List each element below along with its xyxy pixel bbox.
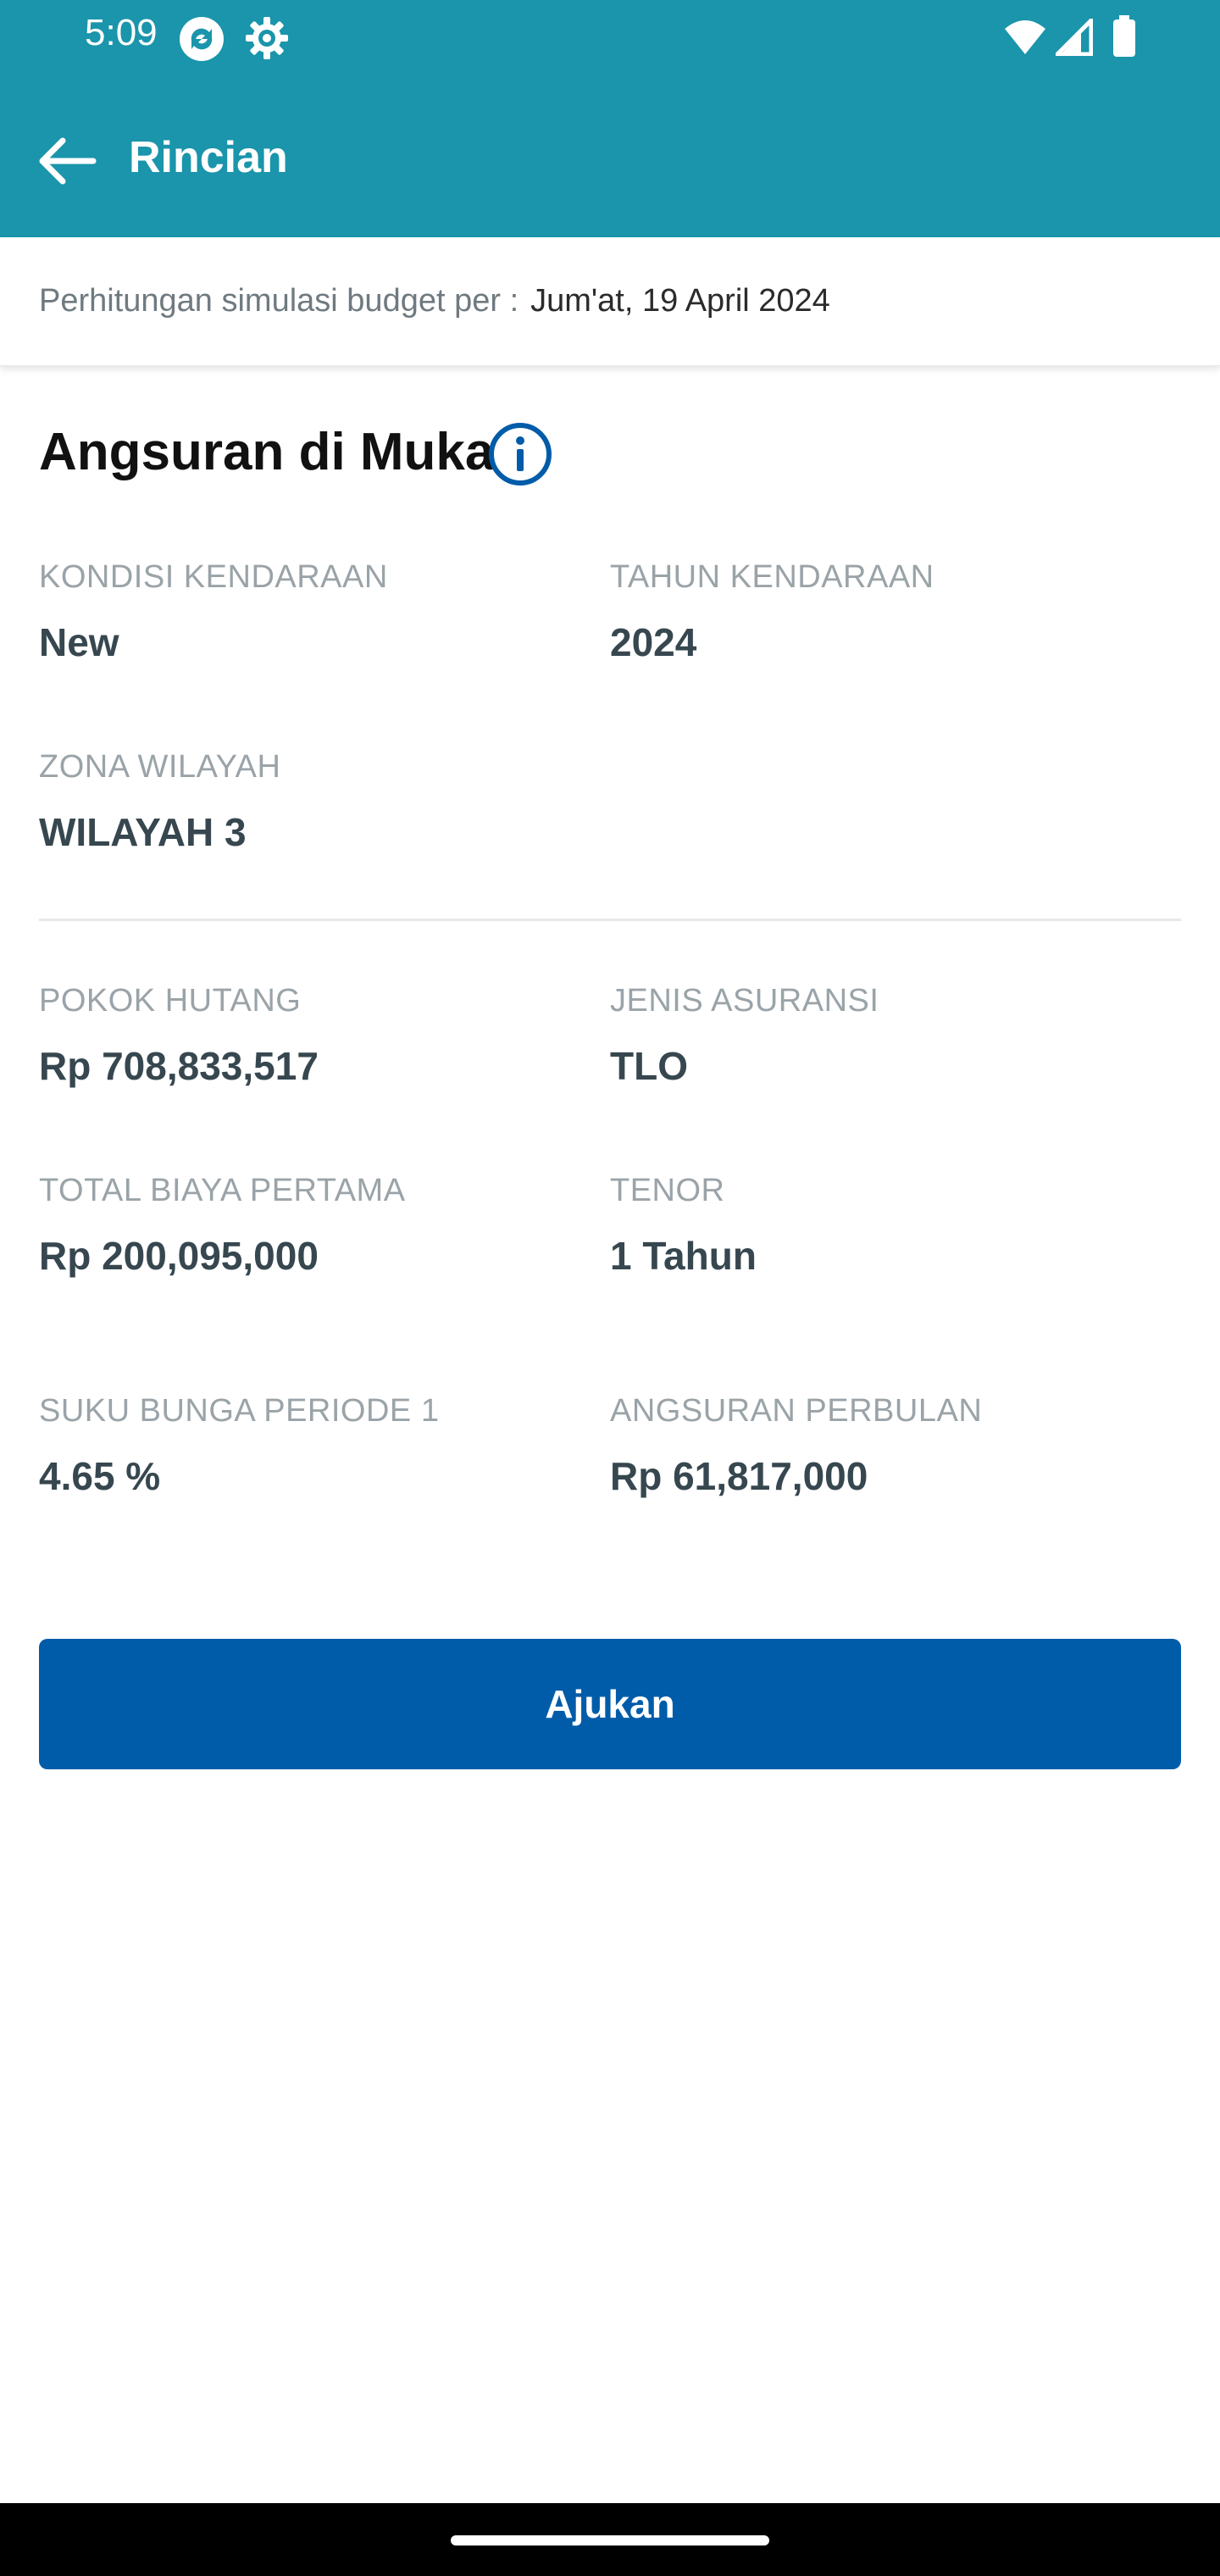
field-value: Rp 708,833,517	[39, 1044, 319, 1088]
field-kondisi-kendaraan: KONDISI KENDARAAN New	[39, 559, 388, 665]
field-label: TENOR	[610, 1173, 725, 1208]
field-label: KONDISI KENDARAAN	[39, 559, 388, 595]
simulation-date-label: Perhitungan simulasi budget per :	[39, 283, 519, 319]
field-tenor: TENOR 1 Tahun	[610, 1173, 757, 1279]
status-time: 5:09	[85, 12, 158, 53]
page-title: Rincian	[129, 133, 288, 182]
field-value: Rp 200,095,000	[39, 1234, 319, 1278]
battery-icon	[1112, 15, 1137, 62]
simulation-date-value: Jum'at, 19 April 2024	[530, 283, 830, 319]
field-zona-wilayah: ZONA WILAYAH WILAYAH 3	[39, 749, 280, 855]
field-value: 1 Tahun	[610, 1234, 757, 1278]
field-suku-bunga: SUKU BUNGA PERIODE 1 4.65 %	[39, 1393, 439, 1499]
settings-icon	[244, 15, 290, 65]
arrow-left-icon	[39, 137, 97, 185]
field-angsuran-perbulan: ANGSURAN PERBULAN Rp 61,817,000	[610, 1393, 982, 1499]
signal-icon	[1051, 14, 1094, 60]
info-icon[interactable]	[486, 420, 554, 488]
navigation-bar	[0, 2503, 1220, 2576]
field-label: POKOK HUTANG	[39, 983, 302, 1019]
section-title: Angsuran di Muka	[39, 423, 495, 481]
field-value: WILAYAH 3	[39, 810, 247, 854]
field-label: SUKU BUNGA PERIODE 1	[39, 1393, 440, 1429]
field-label: JENIS ASURANSI	[610, 983, 879, 1019]
wifi-icon	[1003, 19, 1047, 60]
home-gesture-handle[interactable]	[451, 2535, 769, 2545]
field-value: New	[39, 620, 119, 664]
back-button[interactable]	[32, 127, 100, 195]
ajukan-button[interactable]: Ajukan	[39, 1639, 1181, 1769]
status-bar: 5:09	[0, 0, 1220, 76]
divider	[39, 919, 1181, 921]
simulation-date-bar: Perhitungan simulasi budget per : Jum'at…	[0, 237, 1220, 366]
field-label: ZONA WILAYAH	[39, 749, 281, 785]
field-value: 2024	[610, 620, 697, 664]
field-label: TAHUN KENDARAAN	[610, 559, 934, 595]
field-total-biaya-pertama: TOTAL BIAYA PERTAMA Rp 200,095,000	[39, 1173, 406, 1279]
field-jenis-asuransi: JENIS ASURANSI TLO	[610, 983, 879, 1089]
field-label: ANGSURAN PERBULAN	[610, 1393, 983, 1429]
field-value: 4.65 %	[39, 1454, 161, 1498]
top-bar: 5:09 Rincian	[0, 0, 1220, 237]
field-value: Rp 61,817,000	[610, 1454, 868, 1498]
field-pokok-hutang: POKOK HUTANG Rp 708,833,517	[39, 983, 319, 1089]
field-value: TLO	[610, 1044, 688, 1088]
field-label: TOTAL BIAYA PERTAMA	[39, 1173, 406, 1208]
app-bar: Rincian	[0, 102, 1220, 220]
field-tahun-kendaraan: TAHUN KENDARAAN 2024	[610, 559, 934, 665]
sync-icon	[178, 15, 225, 67]
